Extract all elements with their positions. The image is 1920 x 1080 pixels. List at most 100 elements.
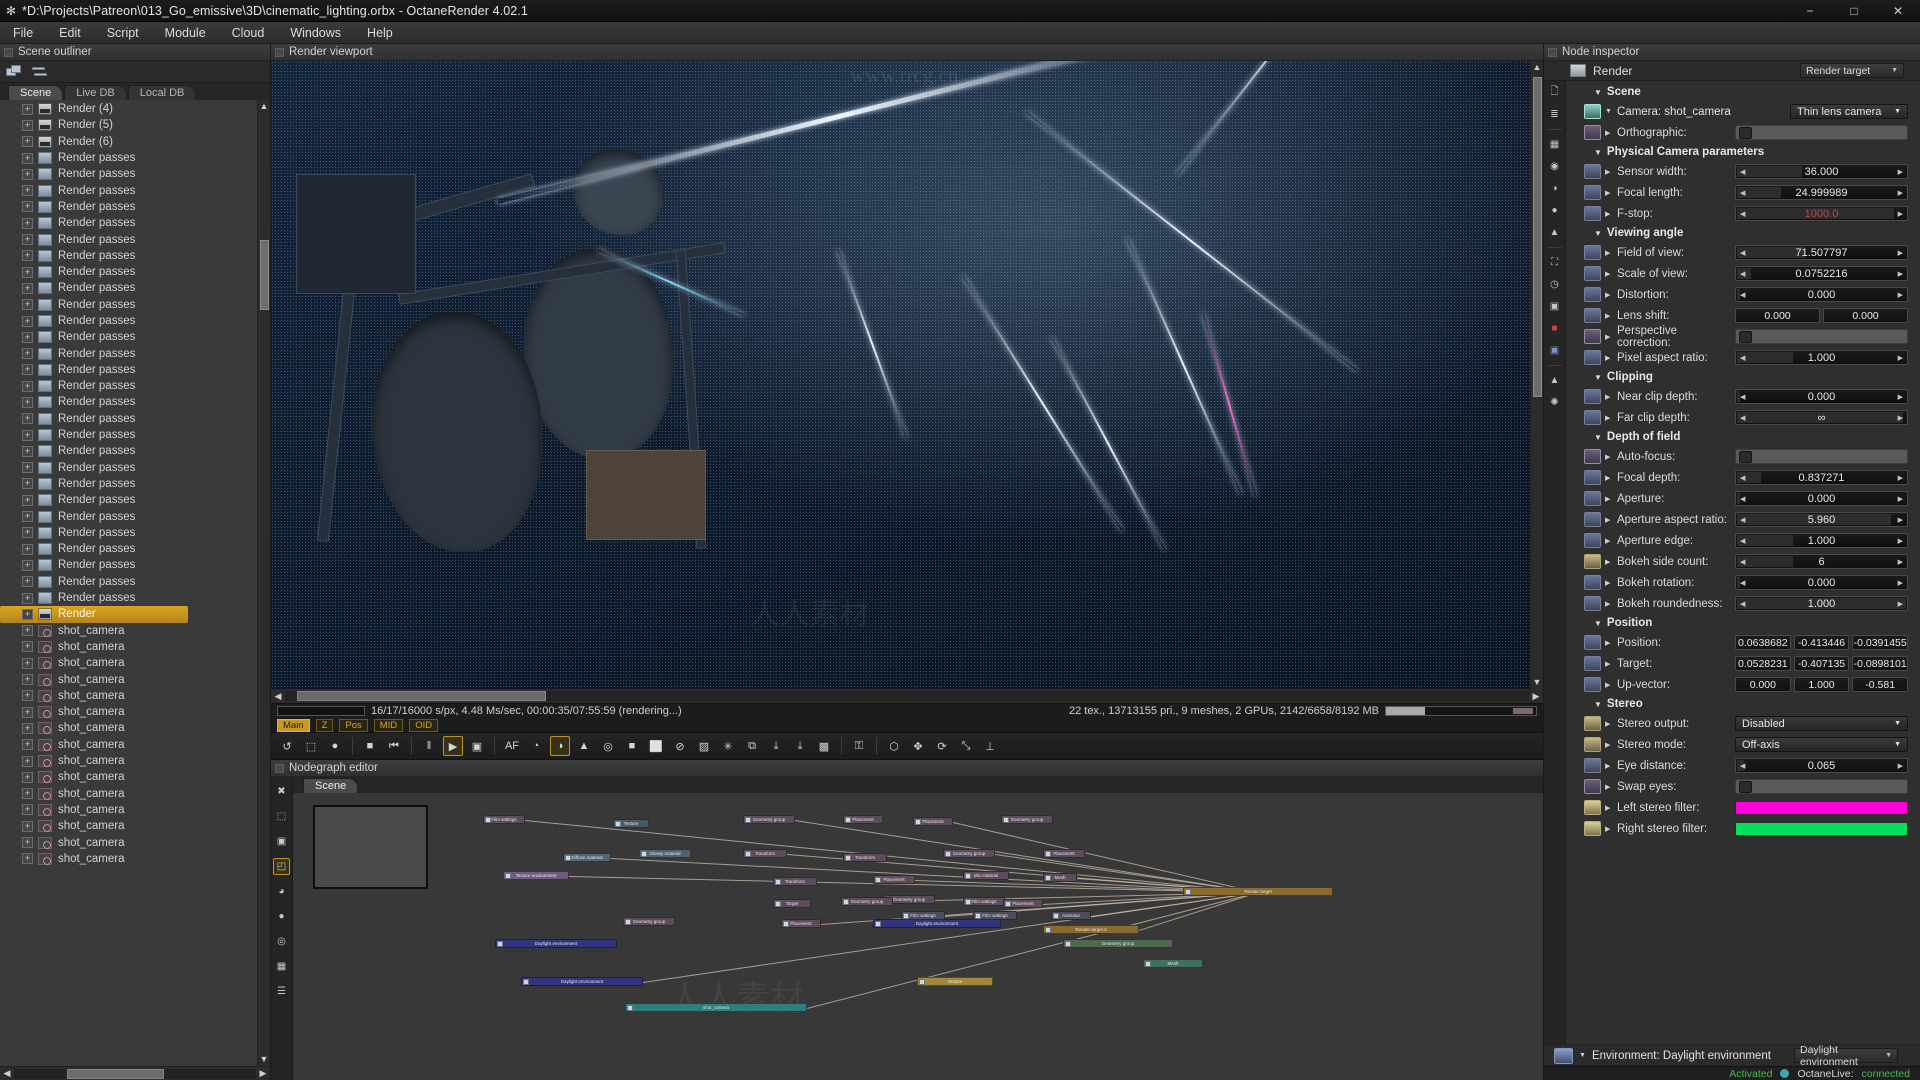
checkbox-box-icon[interactable]	[1739, 780, 1752, 793]
nodegraph-node[interactable]: Diffuse material	[563, 853, 611, 862]
scroll-down-arrow-icon[interactable]: ▼	[258, 1053, 270, 1066]
param-value[interactable]: 0.837271	[1736, 472, 1907, 484]
param-control[interactable]	[1735, 125, 1908, 140]
nodegraph-canvas[interactable]: 人人素材 Film settings Texture Geometry group P…	[293, 793, 1543, 1080]
nodegraph-node[interactable]: Film settings	[483, 815, 525, 824]
expand-plus-icon[interactable]: +	[22, 445, 33, 457]
expand-plus-icon[interactable]: +	[22, 755, 33, 767]
node-port-icon[interactable]	[875, 877, 881, 883]
param-control[interactable]: ◀ 1.000 ▶	[1735, 533, 1908, 548]
scroll-up-arrow-icon[interactable]: ▲	[258, 100, 270, 113]
param-row[interactable]: ▶ Aperture: ◀ 0.000 ▶	[1566, 488, 1920, 509]
param-checkbox[interactable]	[1735, 779, 1908, 794]
menu-item-module[interactable]: Module	[152, 22, 219, 44]
resolution-node-icon[interactable]: ⛶	[1546, 255, 1563, 270]
param-row[interactable]: ▶ Bokeh roundedness: ◀ 1.000 ▶	[1566, 593, 1920, 614]
node-port-icon[interactable]	[975, 913, 981, 919]
nodegraph-node[interactable]: Texture	[613, 819, 649, 828]
viewport-vertical-scrollbar[interactable]: ▲ ▼	[1530, 61, 1543, 689]
param-expand-triangle-icon[interactable]: ▶	[1605, 579, 1613, 587]
param-type-tex-icon[interactable]	[1584, 800, 1601, 815]
param-expand-triangle-icon[interactable]: ▶	[1605, 414, 1613, 422]
param-value[interactable]: 0.000	[1736, 391, 1907, 403]
param-slider[interactable]: ◀ 0.837271 ▶	[1735, 470, 1908, 485]
nodegraph-node[interactable]: Transform	[843, 853, 887, 862]
param-type-curve-icon[interactable]	[1584, 758, 1601, 773]
expand-plus-icon[interactable]: +	[22, 396, 33, 408]
param-row[interactable]: ▶ Target: 0.0528231 -0.407135 -0.0898101	[1566, 653, 1920, 674]
outliner-tab-scene[interactable]: Scene	[8, 85, 64, 100]
expand-plus-icon[interactable]: +	[22, 722, 33, 734]
outliner-row[interactable]: + shot_camera	[0, 655, 257, 671]
param-type-curve-icon[interactable]	[1584, 470, 1601, 485]
maximize-button[interactable]: □	[1832, 0, 1876, 22]
outliner-row[interactable]: + Render passes	[0, 574, 257, 590]
param-checkbox[interactable]	[1735, 449, 1908, 464]
expand-plus-icon[interactable]: +	[22, 380, 33, 392]
node-port-icon[interactable]	[945, 851, 951, 857]
param-checkbox[interactable]	[1735, 125, 1908, 140]
delete-node-icon[interactable]: ✖	[273, 783, 290, 800]
param-row[interactable]: ▶ Aperture aspect ratio: ◀ 5.960 ▶	[1566, 509, 1920, 530]
light-node-icon[interactable]: ✺	[1546, 395, 1563, 410]
param-type-tex-icon[interactable]	[1584, 821, 1601, 836]
param-slider[interactable]: ◀ 24.999989 ▶	[1735, 185, 1908, 200]
post-node-icon[interactable]: ■	[1546, 321, 1563, 336]
node-port-icon[interactable]	[745, 817, 751, 823]
outliner-row[interactable]: + Render passes	[0, 264, 257, 280]
param-control[interactable]	[1735, 329, 1908, 344]
environment-dropdown[interactable]: Daylight environment ▼	[1794, 1044, 1898, 1068]
param-slider[interactable]: ◀ 71.507797 ▶	[1735, 245, 1908, 260]
param-control[interactable]: ◀ 1.000 ▶	[1735, 596, 1908, 611]
render-target-dropdown[interactable]: Render target ▼	[1800, 63, 1904, 78]
save-alpha-icon[interactable]: ▩	[814, 736, 834, 756]
param-expand-triangle-icon[interactable]: ▶	[1605, 270, 1613, 278]
param-number-field[interactable]: -0.0898101	[1852, 656, 1909, 671]
param-type-curve-icon[interactable]	[1584, 677, 1601, 692]
viewport-scroll-thumb[interactable]	[1533, 77, 1542, 397]
param-row[interactable]: ▶ Aperture edge: ◀ 1.000 ▶	[1566, 530, 1920, 551]
param-number-field[interactable]: 0.000	[1735, 308, 1820, 323]
param-slider[interactable]: ◀ 0.000 ▶	[1735, 575, 1908, 590]
expand-plus-icon[interactable]: +	[22, 625, 33, 637]
expand-plus-icon[interactable]: +	[22, 576, 33, 588]
vp-scroll-left-icon[interactable]: ◀	[271, 691, 285, 702]
param-slider[interactable]: ◀ 1.000 ▶	[1735, 350, 1908, 365]
param-type-curve-icon[interactable]	[1584, 266, 1601, 281]
param-value[interactable]: 0.000	[1736, 577, 1907, 589]
group-physical-camera-parameters[interactable]: ▼ Physical Camera parameters	[1566, 143, 1920, 161]
outliner-row[interactable]: + Render passes	[0, 280, 257, 296]
param-control[interactable]: Off-axis ▼	[1735, 737, 1908, 752]
param-control[interactable]: ◀ 0.065 ▶	[1735, 758, 1908, 773]
move-tool-icon[interactable]: ✥	[908, 736, 928, 756]
nodegraph-node[interactable]: Film settings	[963, 897, 1005, 906]
imager-icon[interactable]: ◔	[526, 736, 546, 756]
nodegraph-node[interactable]: Glossy material	[639, 849, 691, 858]
nodegraph-node[interactable]: Placement	[1003, 899, 1043, 908]
nodegraph-node[interactable]: Placement	[781, 919, 821, 928]
outliner-row[interactable]: + Render passes	[0, 476, 257, 492]
group-stereo[interactable]: ▼ Stereo	[1566, 695, 1920, 713]
menu-item-file[interactable]: File	[0, 22, 46, 44]
param-dropdown[interactable]: Off-axis ▼	[1735, 737, 1908, 752]
param-checkbox[interactable]	[1735, 329, 1908, 344]
outliner-row[interactable]: + Render (4)	[0, 101, 257, 117]
param-control[interactable]: ◀ 0.837271 ▶	[1735, 470, 1908, 485]
minimize-button[interactable]: −	[1788, 0, 1832, 22]
align-nodes-icon[interactable]: ☰	[273, 983, 290, 1000]
kernel-settings-icon[interactable]: ◑	[550, 736, 570, 756]
node-port-icon[interactable]	[845, 817, 851, 823]
outliner-row[interactable]: + shot_camera	[0, 785, 257, 801]
param-control[interactable]	[1735, 821, 1908, 836]
param-type-enum-icon[interactable]	[1584, 716, 1601, 731]
nodegraph-minimap[interactable]	[313, 805, 428, 889]
nodegraph-stack-icon[interactable]: 🗋	[1546, 85, 1563, 100]
node-port-icon[interactable]	[1045, 875, 1051, 881]
param-control[interactable]: ◀ 71.507797 ▶	[1735, 245, 1908, 260]
outliner-row[interactable]: + Render	[0, 606, 188, 623]
outliner-row[interactable]: + shot_camera	[0, 704, 257, 720]
axis-gizmo-icon[interactable]: ⊥	[980, 736, 1000, 756]
outliner-row[interactable]: + shot_camera	[0, 623, 257, 639]
outliner-row[interactable]: + Render passes	[0, 345, 257, 361]
outliner-row[interactable]: + shot_camera	[0, 802, 257, 818]
